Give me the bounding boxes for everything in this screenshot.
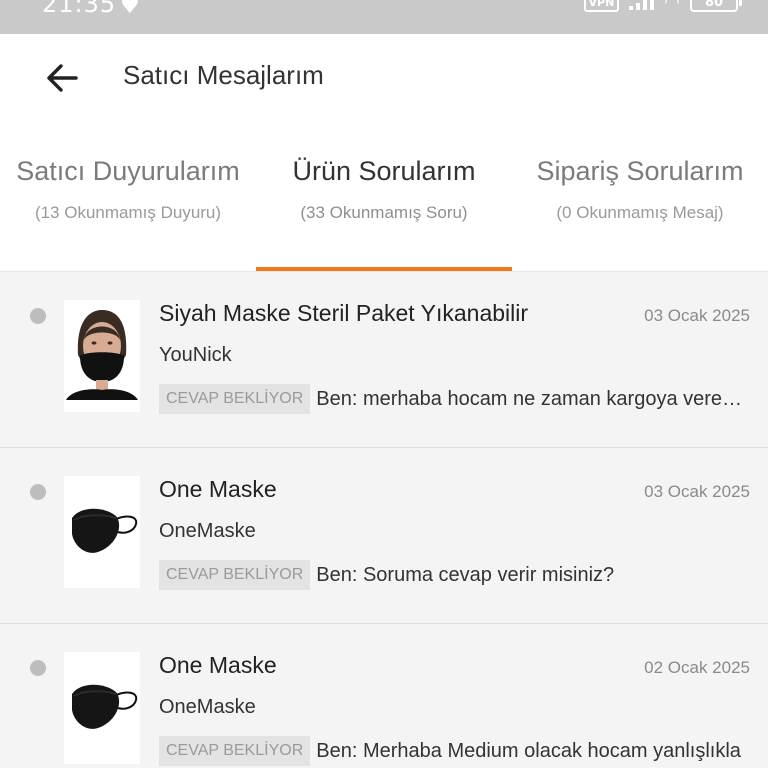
app-bar: Satıcı Mesajlarım	[0, 34, 768, 122]
message-item[interactable]: Siyah Maske Steril Paket Yıkanabilir 03 …	[0, 272, 768, 448]
page-title: Satıcı Mesajlarım	[123, 60, 324, 90]
black-mask-image	[64, 476, 140, 588]
message-item[interactable]: One Maske 02 Ocak 2025 OneMaske CEVAP BE…	[0, 624, 768, 768]
active-tab-indicator	[256, 267, 512, 271]
tab-seller-announcements[interactable]: Satıcı Duyurularım (13 Okunmamış Duyuru)	[0, 122, 256, 272]
message-preview: CEVAP BEKLİYOR Ben: Soruma cevap verir m…	[159, 560, 751, 590]
battery-icon: 80	[690, 0, 742, 12]
product-title: One Maske	[159, 476, 277, 502]
unread-dot	[30, 484, 46, 500]
tab-unread-count: (13 Okunmamış Duyuru)	[34, 203, 222, 222]
tab-label: Sipariş Sorularım	[536, 156, 744, 186]
vpn-icon: VPN	[583, 0, 620, 12]
message-text: Ben: Merhaba Medium olacak hocam yanlışl…	[316, 739, 741, 762]
message-date: 02 Ocak 2025	[644, 658, 750, 677]
woman-wearing-mask-image	[64, 300, 140, 412]
product-thumbnail	[64, 476, 140, 588]
product-title: Siyah Maske Steril Paket Yıkanabilir	[159, 300, 529, 326]
message-date: 03 Ocak 2025	[644, 482, 750, 501]
arrow-left-icon	[47, 64, 78, 92]
status-time: 21:35	[42, 0, 117, 18]
status-bar: 21:35 ♥ VPN ◠ 80	[0, 0, 768, 34]
tab-order-questions[interactable]: Sipariş Sorularım (0 Okunmamış Mesaj)	[512, 122, 768, 272]
tab-unread-count: (33 Okunmamış Soru)	[300, 203, 468, 222]
seller-name: YouNick	[159, 344, 232, 366]
black-mask-image	[64, 652, 140, 764]
seller-name: OneMaske	[159, 696, 256, 718]
message-date: 03 Ocak 2025	[644, 306, 750, 325]
unread-dot	[30, 308, 46, 324]
tab-label: Satıcı Duyurularım	[16, 156, 240, 186]
message-text: Ben: merhaba hocam ne zaman kargoya vere…	[316, 387, 751, 410]
tab-bar: Satıcı Duyurularım (13 Okunmamış Duyuru)…	[0, 122, 768, 272]
unread-dot	[30, 660, 46, 676]
message-text: Ben: Soruma cevap verir misiniz?	[316, 563, 615, 586]
status-badge: CEVAP BEKLİYOR	[159, 736, 311, 766]
message-item[interactable]: One Maske 03 Ocak 2025 OneMaske CEVAP BE…	[0, 448, 768, 624]
tab-label: Ürün Sorularım	[292, 156, 476, 186]
status-badge: CEVAP BEKLİYOR	[159, 560, 311, 590]
wifi-icon: ◠	[664, 0, 680, 13]
status-badge: CEVAP BEKLİYOR	[159, 384, 311, 414]
status-icons: VPN ◠ 80	[583, 0, 742, 13]
message-list: Siyah Maske Steril Paket Yıkanabilir 03 …	[0, 272, 768, 768]
message-preview: CEVAP BEKLİYOR Ben: Merhaba Medium olaca…	[159, 736, 751, 766]
product-title: One Maske	[159, 652, 277, 678]
product-thumbnail	[64, 652, 140, 764]
message-preview: CEVAP BEKLİYOR Ben: merhaba hocam ne zam…	[159, 384, 751, 414]
seller-name: OneMaske	[159, 520, 256, 542]
tab-product-questions[interactable]: Ürün Sorularım (33 Okunmamış Soru)	[256, 122, 512, 272]
signal-icon	[629, 0, 655, 10]
heart-shield-icon: ♥	[120, 0, 140, 19]
tab-unread-count: (0 Okunmamış Mesaj)	[556, 203, 724, 222]
product-thumbnail	[64, 300, 140, 412]
back-button[interactable]	[40, 56, 84, 100]
